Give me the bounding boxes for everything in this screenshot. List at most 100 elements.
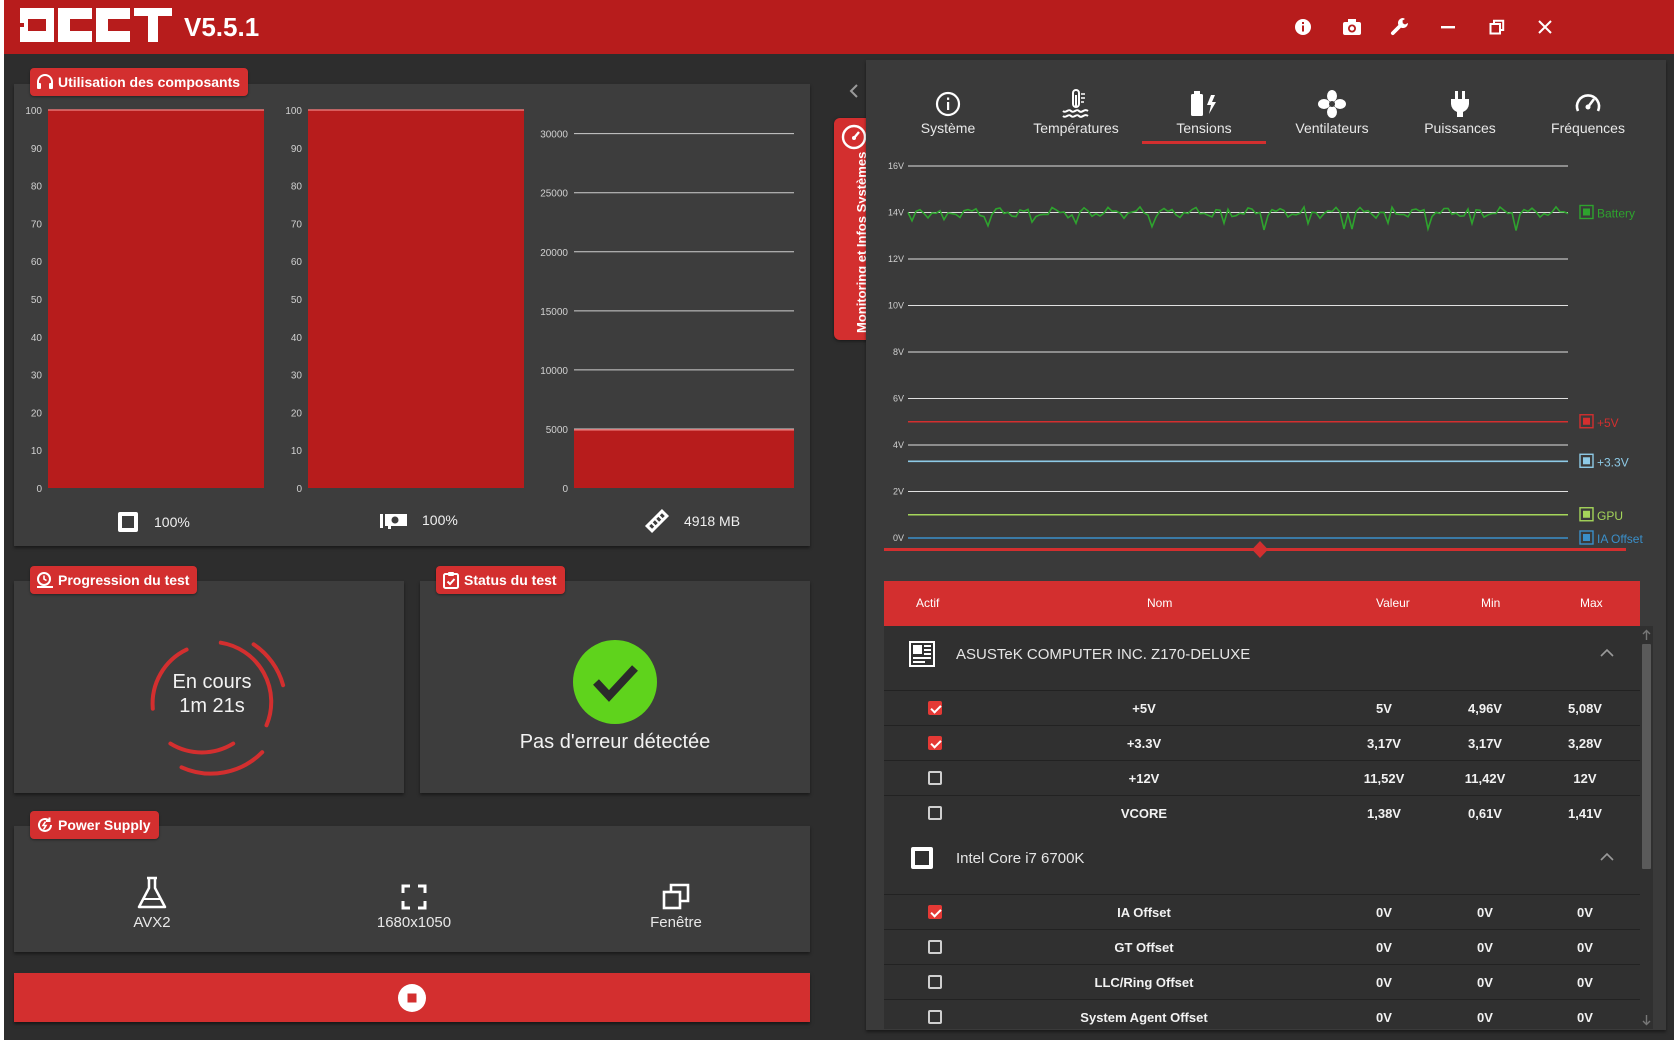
sensor-active-checkbox[interactable] — [928, 940, 942, 954]
cpu-usage-bar — [48, 110, 264, 488]
minimize-button[interactable] — [1428, 10, 1468, 44]
sensor-max: 0V — [1577, 940, 1593, 955]
sensor-active-checkbox[interactable] — [928, 736, 942, 750]
tab-systeme[interactable]: Système — [884, 88, 1012, 144]
tab-temperatures-label: Températures — [1033, 120, 1119, 136]
sensor-active-checkbox[interactable] — [928, 905, 942, 919]
sensor-value: 11,52V — [1363, 771, 1405, 786]
sensor-active-checkbox[interactable] — [928, 771, 942, 785]
occt-logo — [20, 8, 172, 42]
sensor-active-checkbox[interactable] — [928, 975, 942, 989]
chevron-up-icon[interactable] — [1600, 648, 1614, 658]
col-max: Max — [1580, 596, 1603, 610]
memory-y-tick: 15000 — [540, 307, 568, 318]
close-button[interactable] — [1525, 10, 1565, 44]
cpu-y-tick: 10 — [31, 446, 43, 457]
cpu-y-tick: 90 — [31, 144, 43, 155]
voltage-legend-label: +3.3V — [1597, 455, 1629, 469]
sensor-group-name: ASUSTeK COMPUTER INC. Z170-DELUXE — [956, 646, 1251, 663]
info-button[interactable] — [1283, 10, 1323, 44]
settings-button[interactable] — [1380, 10, 1420, 44]
cpu-usage-value: 100% — [154, 514, 190, 530]
sensor-group[interactable]: Intel Core i7 6700K — [884, 830, 1640, 894]
cpu-y-tick: 30 — [31, 371, 43, 382]
progress-panel-tag: Progression du test — [30, 566, 198, 594]
status-panel-title: Status du test — [464, 572, 557, 588]
camera-icon — [1343, 19, 1361, 35]
voltage-legend-icon-fill — [1583, 510, 1590, 518]
clipboard-check-icon — [443, 572, 459, 589]
sensor-max: 5,08V — [1568, 701, 1602, 716]
tab-temperatures[interactable]: Températures — [1012, 88, 1140, 144]
sensor-group-name: Intel Core i7 6700K — [956, 850, 1085, 867]
sensor-value: 3,17V — [1367, 736, 1401, 751]
screenshot-button[interactable] — [1332, 10, 1372, 44]
sensor-value: 0V — [1376, 940, 1392, 955]
status-ok-icon — [573, 640, 657, 724]
display-mode-value: Fenêtre — [650, 914, 702, 931]
chevron-left-icon — [849, 84, 858, 98]
cpu-y-tick: 20 — [31, 408, 43, 419]
status-panel-tag: Status du test — [436, 566, 565, 594]
tab-tensions-label: Tensions — [1176, 120, 1232, 136]
scroll-thumb[interactable] — [1642, 644, 1651, 869]
cpu-y-tick: 40 — [31, 333, 43, 344]
sensor-value: 5V — [1376, 701, 1392, 716]
voltage-y-tick: 6V — [893, 394, 904, 404]
stop-test-button[interactable] — [14, 973, 810, 1022]
tab-tensions[interactable]: Tensions — [1140, 88, 1268, 144]
col-min: Min — [1481, 596, 1501, 610]
voltage-y-tick: 0V — [893, 533, 904, 543]
occt-window: V5.5.1 100 90 80 70 60 50 40 30 20 10 0 100 90 80 70 60… — [4, 0, 1674, 1040]
usage-panel-title: Utilisation des composants — [58, 74, 241, 90]
gpu-y-tick: 100 — [285, 106, 302, 117]
sensor-value: 0V — [1376, 975, 1392, 990]
chart-range-handle[interactable] — [1252, 541, 1268, 558]
status-message: Pas d'erreur détectée — [519, 731, 711, 753]
tab-systeme-label: Système — [920, 120, 976, 136]
col-valeur: Valeur — [1376, 596, 1410, 610]
tab-puissances[interactable]: Puissances — [1396, 88, 1524, 144]
resolution-item: 1680x1050 — [334, 872, 494, 931]
memory-y-tick: 10000 — [540, 366, 568, 377]
table-scrollbar[interactable] — [1640, 626, 1653, 1029]
fan-icon — [1318, 90, 1346, 118]
voltage-legend-label: Battery — [1597, 207, 1635, 221]
memory-y-tick: 25000 — [540, 189, 568, 200]
sensor-active-checkbox[interactable] — [928, 701, 942, 715]
sensor-name: +3.3V — [1126, 736, 1162, 751]
sensor-min: 11,42V — [1464, 771, 1506, 786]
tab-ventilateurs-label: Ventilateurs — [1295, 120, 1369, 136]
sensor-active-checkbox[interactable] — [928, 1010, 942, 1024]
sensor-value: 0V — [1376, 905, 1392, 920]
sensor-name: IA Offset — [1117, 905, 1171, 920]
sensor-min: 0,61V — [1468, 806, 1502, 821]
plug-icon — [1451, 91, 1469, 117]
gpu-usage-label: 100% — [380, 510, 458, 530]
voltage-y-tick: 10V — [888, 301, 904, 311]
scroll-up-icon — [1642, 629, 1651, 640]
resolution-value: 1680x1050 — [376, 914, 452, 931]
gpu-y-tick: 90 — [291, 144, 303, 155]
collapse-monitoring-button[interactable] — [844, 80, 864, 102]
memory-y-tick: 0 — [562, 484, 568, 495]
sensor-min: 0V — [1477, 905, 1493, 920]
gpu-usage-value: 100% — [422, 512, 458, 528]
chevron-up-icon[interactable] — [1600, 852, 1614, 862]
sensor-group[interactable]: ASUSTeK COMPUTER INC. Z170-DELUXE — [884, 626, 1640, 690]
tab-ventilateurs[interactable]: Ventilateurs — [1268, 88, 1396, 144]
gpu-y-tick: 30 — [291, 371, 303, 382]
voltage-y-tick: 4V — [893, 440, 904, 450]
progress-status: En cours — [172, 671, 252, 693]
sensor-table-body: ASUSTeK COMPUTER INC. Z170-DELUXE +5V 5V 4,… — [884, 626, 1640, 1029]
tab-frequences[interactable]: Fréquences — [1524, 88, 1652, 144]
sensor-value: 0V — [1376, 1010, 1392, 1025]
progress-panel-title: Progression du test — [58, 572, 190, 588]
sensor-active-checkbox[interactable] — [928, 806, 942, 820]
restore-button[interactable] — [1477, 10, 1517, 44]
cpu-y-tick: 80 — [31, 182, 43, 193]
sensor-row: LLC/Ring Offset 0V 0V 0V — [884, 964, 1640, 999]
power-cycle-icon — [38, 817, 52, 832]
gpu-y-tick: 40 — [291, 333, 303, 344]
voltage-y-tick: 12V — [888, 254, 904, 264]
